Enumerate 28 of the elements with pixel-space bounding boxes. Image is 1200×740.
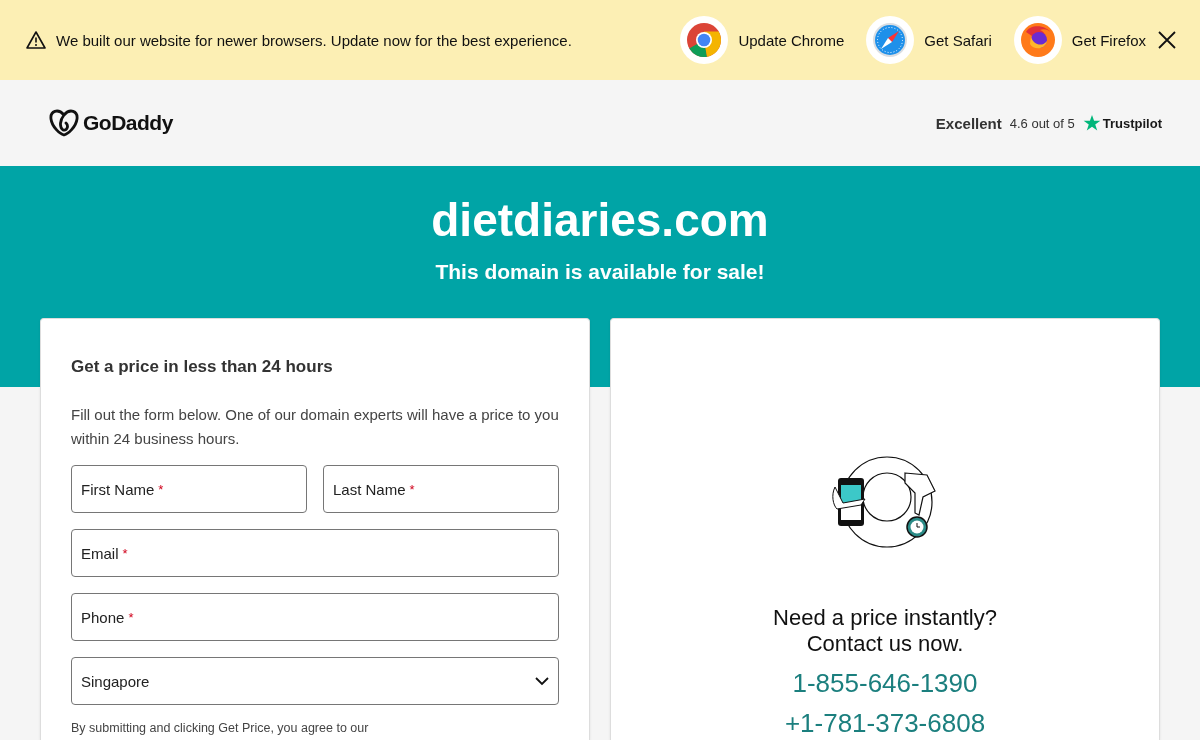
phone-link[interactable]: 1-855-646-1390 — [792, 667, 978, 699]
browser-link[interactable]: Get Firefox — [1071, 31, 1146, 49]
sale-subtitle: This domain is available for sale! — [434, 260, 766, 284]
browser-link[interactable]: Get Safari — [924, 31, 992, 49]
domain-name: dietdiaries.com — [430, 194, 770, 246]
compass-icon — [872, 22, 909, 58]
rating-word: Excellent — [935, 114, 1002, 132]
warning-icon — [26, 31, 46, 49]
form-heading: Get a price in less than 24 hours — [71, 357, 334, 377]
firefox-icon — [1019, 22, 1056, 58]
banner-message: We built our website for newer browsers. Update now for the best experience. — [56, 31, 572, 49]
rating-score: 4.6 out of 5 — [1009, 115, 1075, 131]
input-field[interactable]: First Name * — [71, 465, 307, 513]
phone-link[interactable]: +1-781-373-6808 — [784, 707, 986, 739]
contact-heading: Need a price instantly? — [773, 605, 997, 631]
input-field[interactable]: Phone * — [71, 593, 559, 641]
chevron-down-icon — [535, 676, 549, 686]
godaddy-logo[interactable]: GoDaddy — [49, 109, 173, 137]
country-select[interactable]: Singapore — [71, 657, 559, 705]
contact-subheading: Contact us now. — [806, 631, 964, 657]
close-button[interactable] — [1158, 31, 1176, 49]
form-intro: Fill out the form below. One of our domain experts will have a price to you within 24 business hours. — [71, 405, 559, 449]
input-field[interactable]: Last Name * — [323, 465, 559, 513]
terms-text: By submitting and clicking Get Price, you agree to our — [71, 721, 370, 735]
chrome-icon — [686, 22, 723, 58]
trustpilot-logo: Trustpilot — [1082, 114, 1162, 132]
input-field[interactable]: Email * — [71, 529, 559, 577]
browser-link[interactable]: Update Chrome — [738, 31, 845, 49]
